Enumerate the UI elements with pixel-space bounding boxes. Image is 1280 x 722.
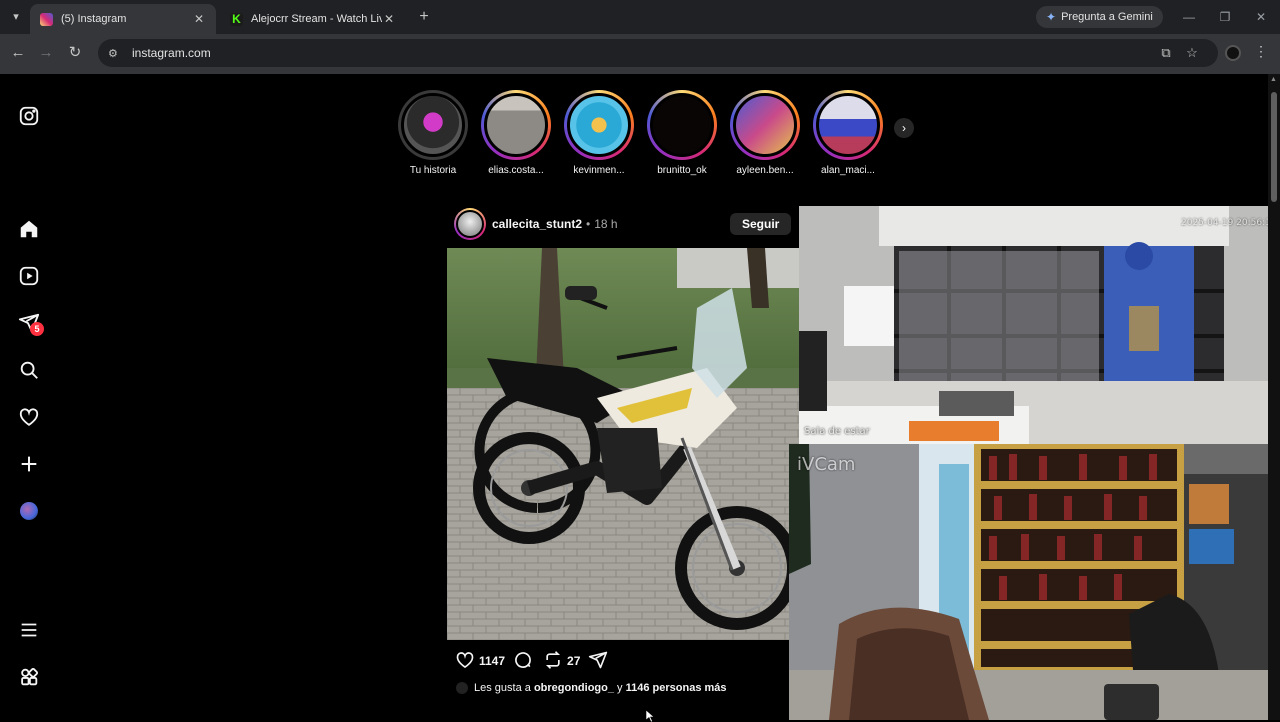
share-icon[interactable] bbox=[588, 650, 608, 673]
liker-avatar[interactable] bbox=[456, 682, 468, 694]
story-avatar bbox=[567, 93, 631, 157]
install-app-icon[interactable]: ⧉ bbox=[1156, 43, 1176, 63]
story-ring bbox=[564, 90, 634, 160]
page-scrollbar[interactable]: ▲ bbox=[1268, 74, 1280, 720]
messages-badge: 5 bbox=[30, 322, 44, 336]
story-own[interactable]: Tu historia bbox=[398, 90, 468, 176]
tab-kick-stream[interactable]: K Alejocrr Stream - Watch Live on ✕ bbox=[220, 4, 406, 34]
maximize-icon[interactable]: ❐ bbox=[1216, 8, 1234, 26]
story-username: ayleen.ben... bbox=[736, 165, 794, 176]
likes-prefix: Les gusta a bbox=[474, 682, 531, 694]
tab-instagram[interactable]: (5) Instagram ✕ bbox=[30, 4, 216, 34]
likes-summary: Les gusta a obregondiogo_ y 1146 persona… bbox=[456, 682, 727, 694]
gemini-button[interactable]: ✦ Pregunta a Gemini bbox=[1036, 6, 1163, 28]
like-count[interactable]: 1147 bbox=[479, 654, 505, 668]
like-heart-icon[interactable] bbox=[455, 650, 475, 673]
story-username: kevinmen... bbox=[573, 165, 625, 176]
tab-strip: ▾ (5) Instagram ✕ K Alejocrr Stream - Wa… bbox=[0, 0, 1280, 34]
story-ring bbox=[813, 90, 883, 160]
story-item[interactable]: kevinmen... bbox=[564, 90, 634, 176]
tab-title: Alejocrr Stream - Watch Live on bbox=[251, 13, 382, 25]
repost-icon[interactable] bbox=[543, 650, 563, 673]
tab-title: (5) Instagram bbox=[61, 13, 127, 25]
story-username: elias.costa... bbox=[488, 165, 544, 176]
back-icon[interactable]: ← bbox=[8, 43, 28, 63]
liker-username[interactable]: obregondiogo_ bbox=[534, 682, 614, 694]
comment-icon[interactable] bbox=[513, 650, 533, 673]
gemini-label: Pregunta a Gemini bbox=[1061, 11, 1153, 23]
story-username: brunitto_ok bbox=[657, 165, 707, 176]
camera-room-label: Sala de estar bbox=[804, 426, 870, 437]
reload-icon[interactable]: ↻ bbox=[65, 43, 85, 63]
stories-next-chevron-icon[interactable]: › bbox=[894, 118, 914, 138]
story-username: alan_maci... bbox=[821, 165, 875, 176]
camera-feed-top: 2025-04-19 20:56:18 Sala de estar bbox=[799, 206, 1280, 446]
story-avatar bbox=[816, 93, 880, 157]
create-plus-icon[interactable] bbox=[17, 452, 41, 476]
more-menu-icon[interactable] bbox=[17, 618, 41, 642]
messages-icon[interactable]: 5 bbox=[17, 311, 44, 336]
story-avatar bbox=[401, 93, 465, 157]
instagram-favicon-icon bbox=[40, 12, 53, 26]
story-item[interactable]: alan_maci... bbox=[813, 90, 883, 176]
scrollbar-thumb[interactable] bbox=[1271, 92, 1277, 202]
camera-timestamp: 2025-04-19 20:56:18 bbox=[1181, 218, 1277, 228]
story-item[interactable]: ayleen.ben... bbox=[730, 90, 800, 176]
post-separator: • bbox=[586, 217, 591, 231]
post-time: 18 h bbox=[594, 217, 618, 231]
repost-count[interactable]: 27 bbox=[567, 654, 580, 668]
story-ring bbox=[647, 90, 717, 160]
home-icon[interactable] bbox=[17, 217, 41, 241]
post-author-avatar[interactable] bbox=[454, 208, 486, 240]
close-tab-icon[interactable]: ✕ bbox=[192, 12, 206, 26]
side-navigation: 5 bbox=[0, 74, 58, 720]
url-text: instagram.com bbox=[132, 46, 211, 60]
mouse-cursor-icon bbox=[646, 710, 655, 722]
notifications-heart-icon[interactable] bbox=[17, 405, 41, 429]
likes-middle: y bbox=[617, 682, 623, 694]
story-ring bbox=[398, 90, 468, 160]
browser-profile-avatar[interactable] bbox=[1225, 45, 1241, 61]
forward-icon[interactable]: → bbox=[36, 43, 56, 63]
story-username: Tu historia bbox=[409, 165, 457, 176]
close-tab-icon[interactable]: ✕ bbox=[382, 12, 396, 26]
bookmark-star-icon[interactable]: ☆ bbox=[1182, 43, 1202, 63]
story-item[interactable]: brunitto_ok bbox=[647, 90, 717, 176]
post-actions: 1147 27 bbox=[455, 650, 608, 672]
post-username[interactable]: callecita_stunt2 bbox=[492, 217, 582, 231]
story-item[interactable]: elias.costa... bbox=[481, 90, 551, 176]
new-tab-button[interactable]: + bbox=[414, 7, 434, 27]
close-window-icon[interactable]: ✕ bbox=[1252, 8, 1270, 26]
address-bar[interactable]: ⚙ instagram.com bbox=[98, 39, 1218, 67]
story-ring bbox=[481, 90, 551, 160]
camera-feed-bottom: iVCam bbox=[789, 444, 1280, 720]
browser-toolbar: ← → ↻ ⚙ instagram.com ⧉ ☆ bbox=[0, 34, 1280, 74]
site-info-icon[interactable]: ⚙ bbox=[108, 47, 124, 60]
likes-others-count[interactable]: 1146 personas más bbox=[626, 682, 727, 694]
follow-button[interactable]: Seguir bbox=[730, 213, 792, 235]
gemini-sparkle-icon: ✦ bbox=[1046, 10, 1057, 24]
story-avatar bbox=[650, 93, 714, 157]
kick-favicon-icon: K bbox=[230, 12, 243, 26]
profile-avatar[interactable] bbox=[20, 502, 38, 520]
search-icon[interactable] bbox=[17, 358, 41, 382]
story-avatar bbox=[733, 93, 797, 157]
stories-tray: Tu historia elias.costa... kevinmen... b… bbox=[398, 90, 918, 182]
instagram-logo-icon[interactable] bbox=[17, 104, 41, 128]
instagram-page: 5 Tu historia elias.costa... kevinmen...… bbox=[0, 74, 1280, 722]
browser-menu-icon[interactable]: ⋮ bbox=[1254, 43, 1268, 60]
ivcam-watermark: iVCam bbox=[797, 454, 856, 475]
reels-icon[interactable] bbox=[17, 264, 41, 288]
also-from-meta-icon[interactable] bbox=[17, 665, 41, 689]
story-ring bbox=[730, 90, 800, 160]
minimize-icon[interactable]: — bbox=[1180, 8, 1198, 26]
story-avatar bbox=[484, 93, 548, 157]
scroll-up-icon[interactable]: ▲ bbox=[1270, 76, 1277, 83]
post-image[interactable] bbox=[447, 248, 799, 640]
tab-search-icon[interactable]: ▾ bbox=[6, 7, 26, 27]
